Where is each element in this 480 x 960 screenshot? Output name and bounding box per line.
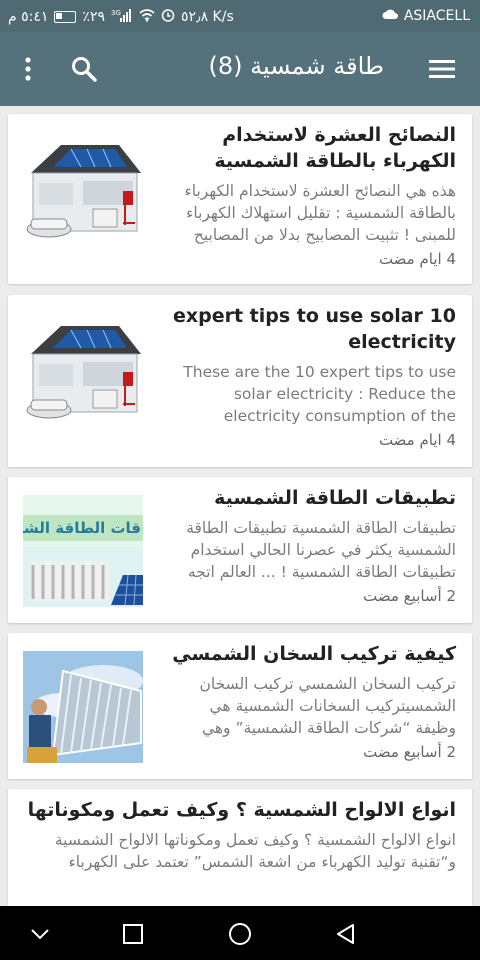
system-navigation-bar <box>0 906 480 960</box>
article-card[interactable]: انواع الالواح الشمسية ؟ وكيف تعمل ومكونا… <box>8 789 472 906</box>
alarm-icon <box>161 8 175 26</box>
battery-icon <box>54 11 77 23</box>
article-content: النصائح العشرة لاستخدام الكهرباء بالطاقة… <box>170 122 456 268</box>
wifi-icon <box>139 8 155 26</box>
status-left: ٥:٤١ م ٪٢٩ 3G ٥٢٫٨ K/s <box>8 8 234 26</box>
page-title: طاقة شمسية (8) <box>208 52 384 80</box>
article-title[interactable]: انواع الالواح الشمسية ؟ وكيف تعمل ومكونا… <box>26 797 456 823</box>
article-card[interactable]: قات الطاقة الشد تطبيقات الطاقة الشمسية ت… <box>8 477 472 623</box>
article-title[interactable]: كيفية تركيب السخان الشمسي <box>170 641 456 667</box>
svg-text:3G: 3G <box>111 9 121 17</box>
article-content: 10 expert tips to use solar electricity … <box>170 303 456 449</box>
article-time: 4 ايام مضت <box>378 431 456 449</box>
solar-heater-image <box>23 651 143 763</box>
article-description: تطبيقات الطاقة الشمسية تطبيقات الطاقة ال… <box>186 519 456 581</box>
status-bar: ٥:٤١ م ٪٢٩ 3G ٥٢٫٨ K/s ASIACELL <box>0 0 480 32</box>
article-card[interactable]: النصائح العشرة لاستخدام الكهرباء بالطاقة… <box>8 114 472 284</box>
home-circle-icon[interactable] <box>224 918 256 950</box>
solar-house-image <box>23 133 143 245</box>
status-right: ASIACELL <box>382 8 470 24</box>
article-time: 4 ايام مضت <box>378 250 456 268</box>
article-time: 2 أسابيع مضت <box>363 743 456 761</box>
cloud-icon <box>382 8 398 24</box>
article-description: هذه هي النصائح العشرة لاستخدام الكهرباء … <box>184 182 456 244</box>
article-card[interactable]: 10 expert tips to use solar electricity … <box>8 295 472 467</box>
article-title[interactable]: النصائح العشرة لاستخدام الكهرباء بالطاقة… <box>170 122 456 174</box>
article-content: تطبيقات الطاقة الشمسية تطبيقات الطاقة ال… <box>170 485 456 605</box>
battery-text: ٪٢٩ <box>82 9 105 25</box>
article-content: انواع الالواح الشمسية ؟ وكيف تعمل ومكونا… <box>26 797 456 873</box>
time-text: ٥:٤١ م <box>8 9 49 25</box>
article-description: انواع الالواح الشمسية ؟ وكيف تعمل ومكونا… <box>54 831 456 871</box>
article-content: كيفية تركيب السخان الشمسي تركيب السخان ا… <box>170 641 456 761</box>
article-title[interactable]: تطبيقات الطاقة الشمسية <box>170 485 456 511</box>
signal-icon: 3G <box>111 8 133 26</box>
article-list[interactable]: النصائح العشرة لاستخدام الكهرباء بالطاقة… <box>0 106 480 906</box>
article-description: These are the 10 expert tips to use sola… <box>183 363 456 425</box>
article-card[interactable]: كيفية تركيب السخان الشمسي تركيب السخان ا… <box>8 633 472 779</box>
article-title[interactable]: 10 expert tips to use solar electricity <box>170 303 456 355</box>
more-vert-icon[interactable] <box>8 49 48 89</box>
solar-house-image <box>23 314 143 426</box>
recents-square-icon[interactable] <box>117 918 149 950</box>
chevron-down-icon[interactable] <box>24 918 56 950</box>
article-description: تركيب السخان الشمسي تركيب السخان الشمسيت… <box>199 675 457 737</box>
carrier-text: ASIACELL <box>403 8 470 24</box>
solar-applications-image: قات الطاقة الشد <box>15 495 143 607</box>
back-triangle-icon[interactable] <box>330 918 362 950</box>
search-icon[interactable] <box>64 49 104 89</box>
image-text: قات الطاقة الشد <box>23 519 141 537</box>
menu-icon[interactable] <box>422 49 462 89</box>
speed-text: ٥٢٫٨ K/s <box>180 9 234 25</box>
article-time: 2 أسابيع مضت <box>363 587 456 605</box>
app-bar: طاقة شمسية (8) <box>0 32 480 106</box>
